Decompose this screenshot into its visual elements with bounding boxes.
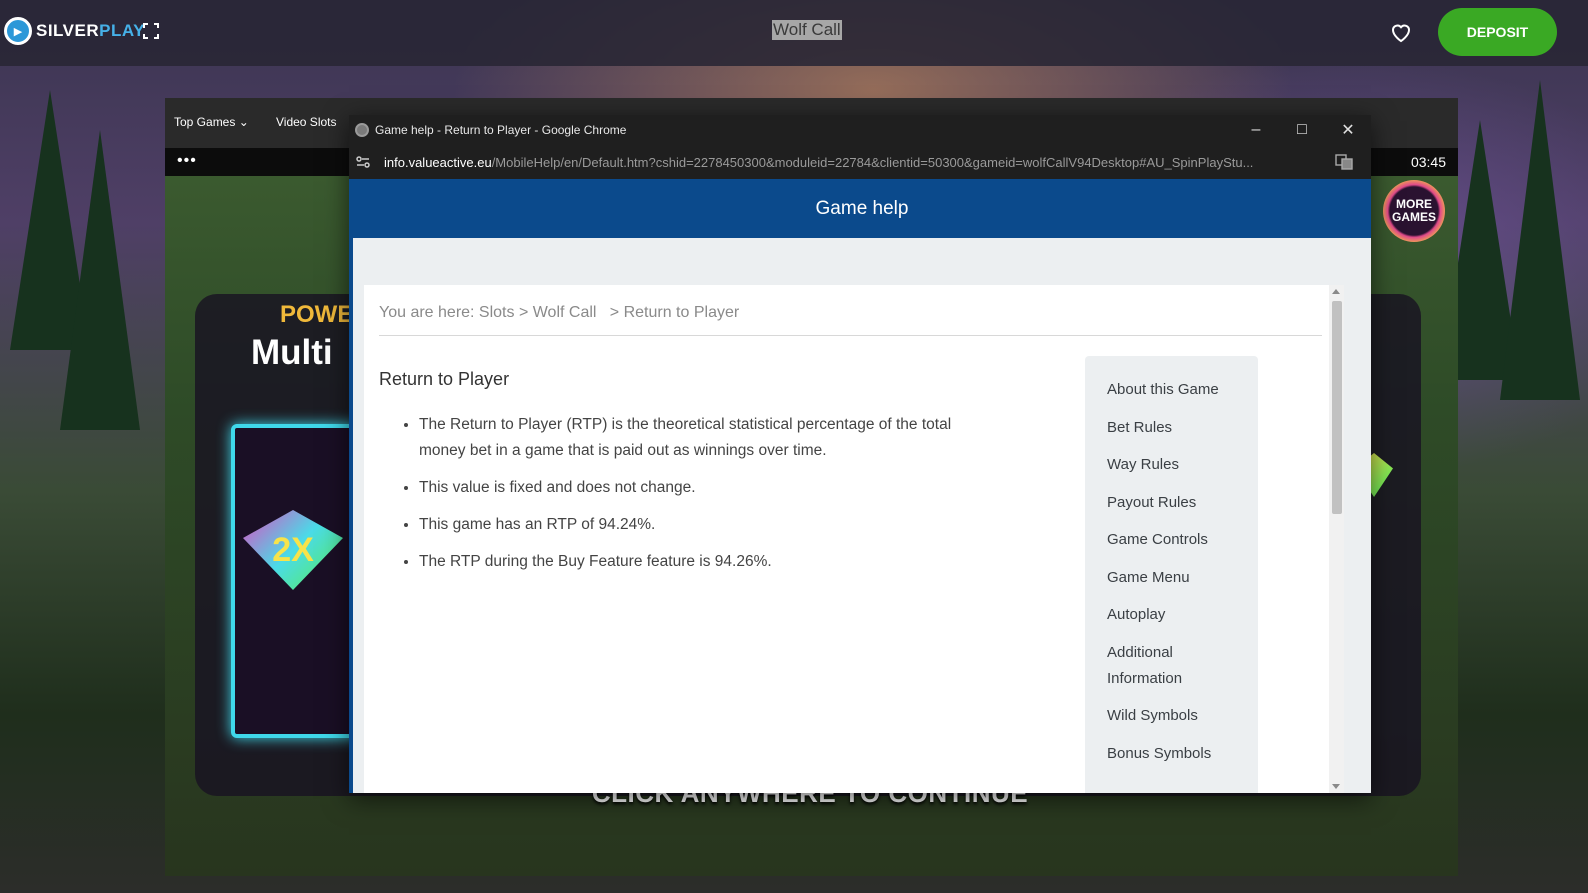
scroll-thumb[interactable]	[1332, 301, 1342, 514]
menu-item-about[interactable]: About this Game	[1085, 377, 1235, 403]
menu-item-way-rules[interactable]: Way Rules	[1085, 452, 1235, 478]
list-item: The Return to Player (RTP) is the theore…	[419, 412, 979, 464]
silverplay-logo[interactable]: ▶ SILVERPLAY	[4, 17, 145, 45]
help-header: Game help	[353, 179, 1371, 238]
breadcrumb[interactable]: You are here: Slots > Wolf Call > Return…	[379, 304, 739, 322]
menu-item-autoplay[interactable]: Autoplay	[1085, 602, 1235, 628]
scroll-up-icon[interactable]	[1332, 289, 1340, 294]
help-side-menu: About this Game Bet Rules Way Rules Payo…	[1085, 356, 1258, 793]
rtp-list: The Return to Player (RTP) is the theore…	[419, 412, 979, 586]
close-button[interactable]: ✕	[1325, 115, 1371, 145]
site-header: ▶ SILVERPLAY Wolf Call DEPOSIT	[0, 0, 1588, 66]
list-item: The RTP during the Buy Feature feature i…	[419, 549, 979, 575]
more-games-button[interactable]: MORE GAMES	[1383, 180, 1445, 242]
scrollbar[interactable]	[1329, 285, 1344, 793]
help-page: Game help You are here: Slots > Wolf Cal…	[349, 179, 1371, 793]
fullscreen-icon[interactable]	[143, 23, 159, 39]
list-item: This value is fixed and does not change.	[419, 475, 979, 501]
url-text[interactable]: info.valueactive.eu/MobileHelp/en/Defaul…	[384, 155, 1314, 170]
menu-item-game-controls[interactable]: Game Controls	[1085, 527, 1235, 553]
help-article: You are here: Slots > Wolf Call > Return…	[364, 285, 1344, 793]
window-title: Game help - Return to Player - Google Ch…	[375, 123, 627, 137]
chrome-titlebar[interactable]: Game help - Return to Player - Google Ch…	[349, 115, 1371, 145]
chrome-popup-window: Game help - Return to Player - Google Ch…	[349, 115, 1371, 793]
favorite-heart-icon[interactable]	[1389, 20, 1413, 44]
article-title: Return to Player	[379, 369, 510, 389]
minimize-button[interactable]: –	[1233, 115, 1279, 145]
translate-icon[interactable]	[1335, 154, 1353, 170]
game-title: Wolf Call	[772, 20, 842, 40]
globe-favicon-icon	[355, 123, 369, 137]
play-logo-icon: ▶	[4, 17, 32, 45]
list-item: This game has an RTP of 94.24%.	[419, 512, 979, 538]
power-title: POWE	[280, 301, 354, 328]
nav-video-slots[interactable]: Video Slots	[276, 115, 337, 129]
divider	[379, 335, 1322, 336]
scroll-down-icon[interactable]	[1332, 784, 1340, 789]
nav-top-games[interactable]: Top Games ⌄	[174, 115, 249, 129]
menu-item-additional-info[interactable]: Additional Information	[1085, 640, 1235, 692]
menu-item-game-menu[interactable]: Game Menu	[1085, 565, 1235, 591]
tree-shape	[1500, 80, 1580, 400]
url-bar[interactable]: info.valueactive.eu/MobileHelp/en/Defaul…	[349, 145, 1371, 179]
multiplier-title: Multi	[251, 333, 333, 372]
deposit-button[interactable]: DEPOSIT	[1438, 8, 1557, 56]
maximize-button[interactable]: □	[1279, 115, 1325, 145]
menu-item-payout-rules[interactable]: Payout Rules	[1085, 490, 1235, 516]
menu-item-bonus-symbols[interactable]: Bonus Symbols	[1085, 741, 1235, 767]
tree-shape	[60, 130, 140, 430]
menu-item-wild-symbols[interactable]: Wild Symbols	[1085, 703, 1235, 729]
logo-text: SILVERPLAY	[36, 21, 145, 40]
game-menu-dots[interactable]: •••	[177, 152, 197, 170]
game-clock: 03:45	[1410, 154, 1446, 170]
menu-item-bet-rules[interactable]: Bet Rules	[1085, 415, 1235, 441]
site-settings-icon[interactable]	[355, 154, 371, 170]
